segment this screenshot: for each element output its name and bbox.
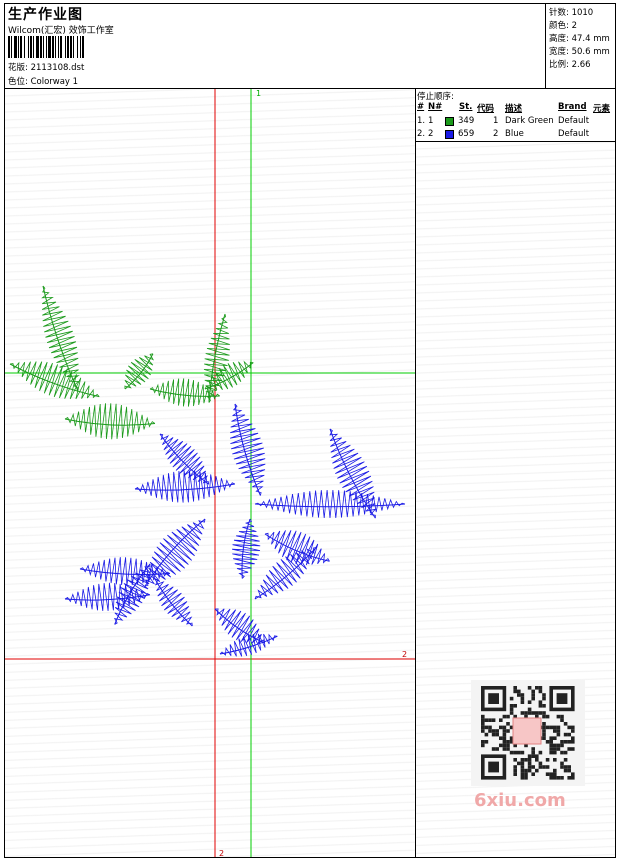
stop-row: 1. 1 349 1 Dark Green Default xyxy=(417,116,615,128)
leaf-stitch xyxy=(254,547,317,600)
stat-colors-value: 2 xyxy=(571,21,577,31)
row-code: 659 xyxy=(458,129,475,139)
stat-colors: 颜色: 2 xyxy=(549,19,577,31)
stop-row: 2. 2 659 2 Blue Default xyxy=(417,129,615,141)
stat-width-label: 宽度: xyxy=(549,47,569,57)
row-desc: Dark Green xyxy=(505,116,554,126)
col-header-element: 元素 xyxy=(593,104,611,114)
leaf-vein xyxy=(144,518,206,587)
company-name: Wilcom(汇宏) 效饰工作室 xyxy=(8,26,114,36)
stat-scale-label: 比例: xyxy=(549,60,569,70)
colorway-label: 色位: xyxy=(8,77,28,87)
stat-height-label: 高度: xyxy=(549,34,569,44)
design-file-line: 花版: 2113108.dst xyxy=(8,61,84,73)
watermark-text: 6xiu.com xyxy=(474,790,566,811)
stat-stitches-label: 针数: xyxy=(549,8,569,18)
stat-stitches: 针数: 1010 xyxy=(549,6,593,18)
row-brand: Default xyxy=(558,116,590,126)
green-guide-label: 1 xyxy=(256,89,261,98)
qr-logo-icon xyxy=(512,717,542,745)
leaf-stitch xyxy=(154,578,193,627)
row-code-num: 1 xyxy=(493,116,499,126)
embroidery-design: 1 2 2 xyxy=(5,89,415,857)
leaf-stitch xyxy=(254,489,406,519)
col-header-code: 代码 xyxy=(477,104,495,114)
row-n: 1 xyxy=(428,116,434,126)
col-header-brand: Brand xyxy=(558,102,587,112)
row-n: 2 xyxy=(428,129,434,139)
leaf-stitch xyxy=(214,608,265,644)
row-index: 2. xyxy=(417,129,426,139)
leaf-stitch xyxy=(124,353,155,390)
col-header-st: St. xyxy=(459,102,473,112)
leaf-vein xyxy=(264,533,330,562)
colorway-name: Colorway 1 xyxy=(30,77,79,87)
stat-height: 高度: 47.4 mm xyxy=(549,32,610,44)
stat-width: 宽度: 50.6 mm xyxy=(549,45,610,57)
col-header-desc: 描述 xyxy=(505,104,523,114)
col-header-n: N# xyxy=(428,102,443,112)
leaf-stitch xyxy=(219,633,278,657)
barcode xyxy=(8,36,84,58)
row-brand: Default xyxy=(558,129,590,139)
color-swatch xyxy=(445,117,454,126)
colorway-line: 色位: Colorway 1 xyxy=(8,75,78,87)
leaf-stitch xyxy=(232,518,261,579)
design-file-label: 花版: xyxy=(8,63,28,73)
row-index: 1. xyxy=(417,116,426,126)
stat-scale: 比例: 2.66 xyxy=(549,58,591,70)
stat-height-value: 47.4 mm xyxy=(571,34,610,44)
row-code-num: 2 xyxy=(493,129,499,139)
col-header-index: # xyxy=(417,102,425,112)
leaf-vein xyxy=(214,608,265,644)
stop-sequence-title: 停止顺序: xyxy=(417,92,454,102)
stat-width-value: 50.6 mm xyxy=(571,47,610,57)
stat-colors-label: 颜色: xyxy=(549,21,569,31)
leaf-stitch xyxy=(229,403,266,496)
leaf-stitch xyxy=(144,518,206,587)
page-title: 生产作业图 xyxy=(8,7,83,23)
stat-stitches-value: 1010 xyxy=(571,8,594,18)
color-swatch xyxy=(445,130,454,139)
red-v-guide-label: 2 xyxy=(219,849,224,857)
qr-code-area xyxy=(471,680,585,786)
design-file-name: 2113108.dst xyxy=(30,63,85,73)
row-desc: Blue xyxy=(505,129,524,139)
stats-divider xyxy=(545,3,546,89)
leaf-stitch xyxy=(159,433,210,485)
stat-scale-value: 2.66 xyxy=(571,60,591,70)
leaf-stitch xyxy=(264,530,330,566)
row-code: 349 xyxy=(458,116,475,126)
qr-code-icon xyxy=(481,686,575,780)
red-h-guide-label: 2 xyxy=(402,650,407,659)
